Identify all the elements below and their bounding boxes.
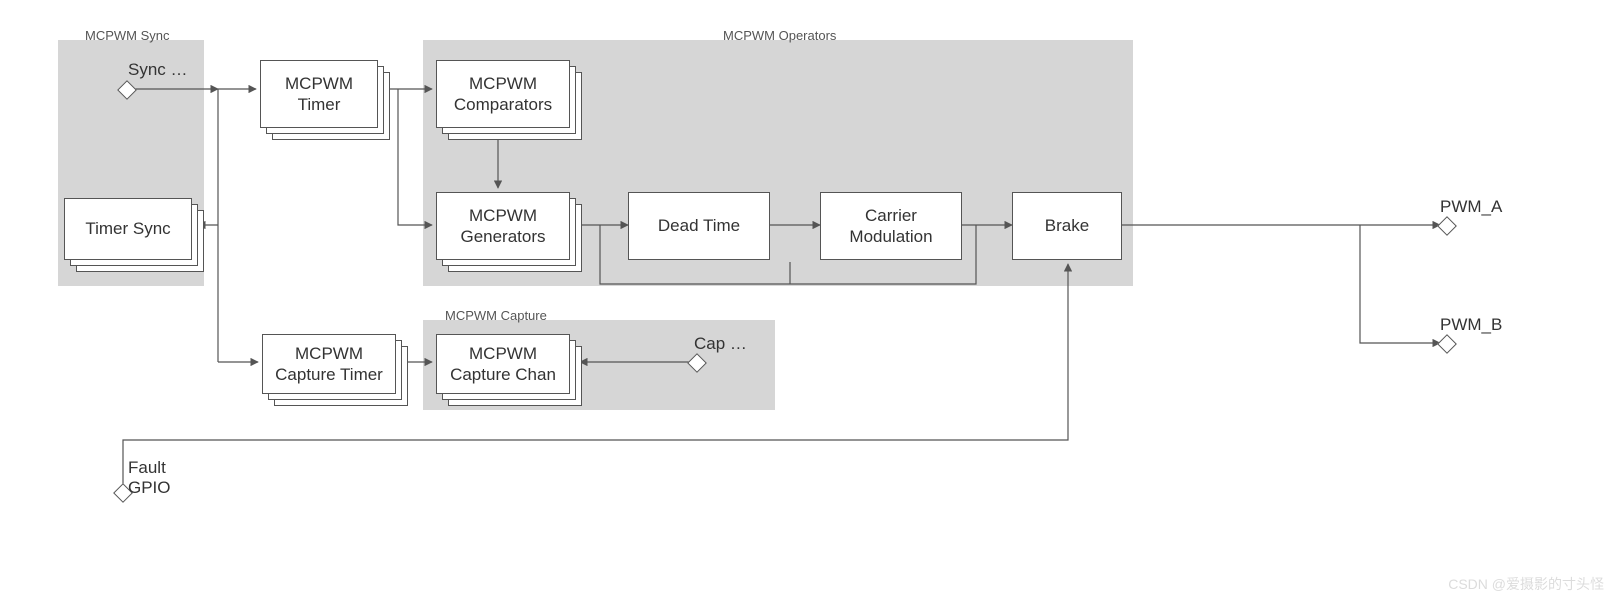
- block-dead-time-label: Dead Time: [658, 215, 740, 236]
- block-comparators-label: MCPWM Comparators: [454, 73, 552, 116]
- block-brake-label: Brake: [1045, 215, 1089, 236]
- block-generators-label: MCPWM Generators: [460, 205, 545, 248]
- block-carrier: Carrier Modulation: [820, 192, 962, 260]
- block-timer-sync: Timer Sync: [64, 198, 192, 260]
- block-generators: MCPWM Generators: [436, 192, 570, 260]
- region-label-capture: MCPWM Capture: [445, 308, 547, 323]
- region-label-operators: MCPWM Operators: [723, 28, 836, 43]
- block-cap-timer-label: MCPWM Capture Timer: [275, 343, 383, 386]
- port-pwm-a-label: PWM_A: [1440, 197, 1502, 217]
- block-brake: Brake: [1012, 192, 1122, 260]
- block-cap-chan: MCPWM Capture Chan: [436, 334, 570, 394]
- port-pwm-b-label: PWM_B: [1440, 315, 1502, 335]
- port-sync-label: Sync …: [128, 60, 188, 80]
- block-carrier-label: Carrier Modulation: [849, 205, 932, 248]
- block-timer-label: MCPWM Timer: [285, 73, 353, 116]
- block-comparators: MCPWM Comparators: [436, 60, 570, 128]
- block-timer: MCPWM Timer: [260, 60, 378, 128]
- watermark: CSDN @爱摄影的寸头怪: [1448, 574, 1604, 594]
- block-cap-timer: MCPWM Capture Timer: [262, 334, 396, 394]
- block-dead-time: Dead Time: [628, 192, 770, 260]
- port-fault-label: Fault GPIO: [128, 458, 171, 498]
- block-cap-chan-label: MCPWM Capture Chan: [450, 343, 556, 386]
- region-label-sync: MCPWM Sync: [85, 28, 170, 43]
- block-timer-sync-label: Timer Sync: [85, 218, 170, 239]
- port-pwm-a-icon: [1437, 216, 1457, 236]
- port-pwm-b-icon: [1437, 334, 1457, 354]
- port-cap-label: Cap …: [694, 334, 747, 354]
